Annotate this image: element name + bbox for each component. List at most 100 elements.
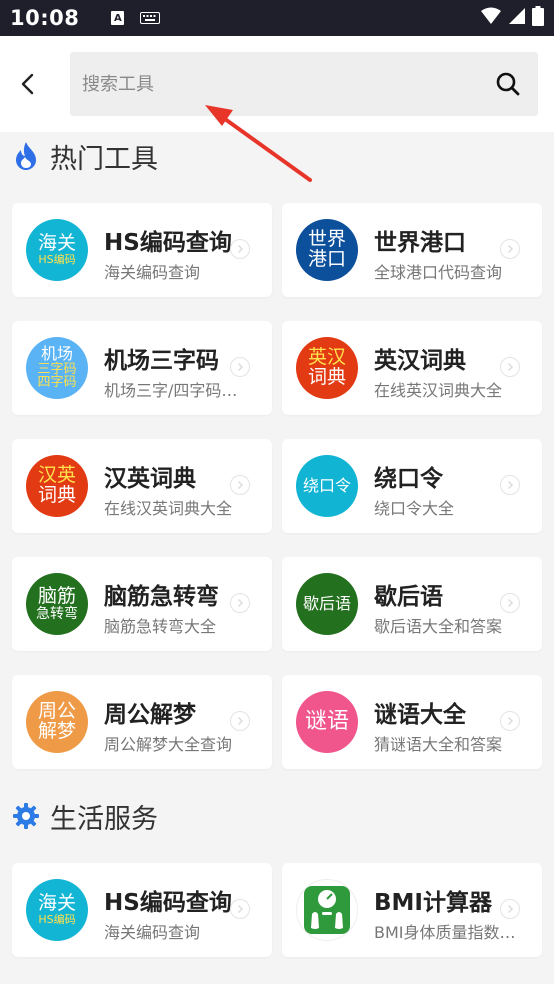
tool-logo-icon [296, 879, 358, 941]
tool-title: 谜语大全 [374, 702, 466, 728]
tool-logo-icon: 周公 解梦 [26, 691, 88, 753]
chevron-right-icon [230, 711, 250, 731]
tool-title: 英汉词典 [374, 348, 466, 374]
chevron-right-icon [500, 899, 520, 919]
search-bar[interactable] [70, 52, 538, 116]
tool-logo-text: HS编码 [38, 253, 76, 267]
section-title: 热门工具 [50, 143, 158, 175]
status-time: 10:08 [10, 6, 80, 30]
tool-title: HS编码查询 [104, 230, 232, 256]
a-notification-icon: A [111, 11, 125, 25]
tool-title: 汉英词典 [104, 466, 196, 492]
tool-title: 机场三字码 [104, 348, 219, 374]
tool-card[interactable]: 周公 解梦 周公解梦 周公解梦大全查询 [12, 675, 272, 769]
tool-card[interactable]: 汉英 词典 汉英词典 在线汉英词典大全 [12, 439, 272, 533]
tool-logo-icon: 绕口令 [296, 455, 358, 517]
signal-icon [508, 7, 526, 29]
tool-logo-text: 词典 [307, 366, 346, 388]
tool-logo-text: 解梦 [37, 720, 76, 742]
tool-logo-text: 汉英 [37, 464, 76, 487]
section-title: 生活服务 [50, 803, 158, 835]
tool-logo-text: 四字码 [37, 375, 77, 391]
tool-title: 世界港口 [374, 230, 466, 256]
tool-card[interactable]: 歇后语 歇后语歇后语大全和答案 [282, 557, 542, 651]
app-bar [0, 36, 554, 132]
status-bar: 10:08 A [0, 0, 554, 36]
tool-subtitle: 海关编码查询 [104, 263, 201, 282]
chevron-right-icon [230, 357, 250, 377]
tool-title: BMI计算器 [374, 890, 492, 916]
chevron-right-icon [500, 711, 520, 731]
tool-subtitle: 在线汉英词典大全 [104, 499, 233, 518]
wifi-icon [480, 7, 502, 29]
chevron-right-icon [230, 239, 250, 259]
tool-logo-icon: 英汉 词典 [296, 337, 358, 399]
tool-subtitle: 在线英汉词典大全 [374, 381, 503, 400]
tool-subtitle: 歇后语大全和答案 [374, 617, 503, 636]
tool-subtitle: 周公解梦大全查询 [104, 735, 233, 754]
chevron-right-icon [500, 239, 520, 259]
tool-logo-icon: 脑筋 急转弯 [26, 573, 88, 635]
tool-logo-icon: 歇后语 [296, 573, 358, 635]
tool-title: 周公解梦 [104, 702, 196, 728]
battery-icon [532, 6, 544, 30]
tool-logo-text: 周公 [37, 700, 76, 723]
back-button[interactable] [0, 36, 56, 132]
tool-title: 歇后语 [374, 584, 443, 610]
tool-logo-icon: 海关 HS编码 [26, 879, 88, 941]
tool-title: 脑筋急转弯 [104, 584, 219, 610]
tool-logo-icon: 汉英 词典 [26, 455, 88, 517]
tool-subtitle: 脑筋急转弯大全 [104, 617, 217, 636]
tool-logo-text: 英汉 [307, 346, 346, 369]
tool-logo-text: 谜语 [304, 709, 349, 735]
chevron-right-icon [500, 475, 520, 495]
tool-logo-text: 机场 [40, 343, 73, 363]
tool-logo-text: 海关 [37, 892, 76, 915]
chevron-right-icon [230, 475, 250, 495]
tool-card[interactable]: 海关 HS编码 HS编码查询海关编码查询 [12, 863, 272, 957]
search-icon [496, 72, 520, 96]
section-hot-tools: 热门工具 [12, 136, 158, 176]
tool-subtitle: 海关编码查询 [104, 923, 201, 942]
gear-icon [12, 800, 40, 832]
tool-card[interactable]: 英汉 词典 英汉词典 在线英汉词典大全 [282, 321, 542, 415]
tool-title: HS编码查询 [104, 890, 232, 916]
tool-logo-text: 绕口令 [302, 475, 351, 495]
chevron-right-icon [230, 899, 250, 919]
fire-icon [12, 140, 40, 172]
tool-logo-text: 海关 [37, 232, 76, 255]
section-life-services: 生活服务 [12, 796, 158, 836]
tool-logo-icon: 海关 HS编码 [26, 219, 88, 281]
back-arrow-icon [21, 73, 34, 95]
tool-card[interactable]: 世界 港口 世界港口 全球港口代码查询 [282, 203, 542, 297]
tool-logo-icon: 谜语 [296, 691, 358, 753]
tool-logo-text: 脑筋 [37, 584, 76, 607]
chevron-right-icon [500, 593, 520, 613]
tool-logo-icon: 世界 港口 [296, 219, 358, 281]
tool-subtitle: BMI身体质量指数计算 [374, 923, 516, 942]
tool-logo-text: 三字码 [37, 361, 77, 377]
tool-logo-text: 急转弯 [36, 605, 78, 622]
search-input[interactable] [70, 52, 478, 116]
tool-card[interactable]: 谜语 谜语大全猜谜语大全和答案 [282, 675, 542, 769]
tool-subtitle: 猜谜语大全和答案 [374, 735, 503, 754]
tool-card[interactable]: BMI计算器 BMI身体质量指数计算 [282, 863, 542, 957]
tool-logo-text: HS编码 [38, 913, 76, 927]
search-button[interactable] [478, 52, 538, 116]
tool-logo-text: 词典 [37, 484, 76, 506]
tool-subtitle: 全球港口代码查询 [374, 263, 503, 282]
keyboard-icon [140, 12, 161, 24]
tool-logo-text: 港口 [307, 248, 346, 270]
tool-subtitle: 机场三字/四字码查询 [104, 381, 246, 400]
tool-logo-text: 世界 [307, 228, 346, 251]
tool-title: 绕口令 [374, 466, 443, 492]
tool-card[interactable]: 机场 三字码 四字码 机场三字码 机场三字/四字码查询 [12, 321, 272, 415]
tool-logo-text: 歇后语 [302, 593, 351, 613]
tool-card[interactable]: 海关 HS编码 HS编码查询海关编码查询 [12, 203, 272, 297]
tool-card[interactable]: 绕口令 绕口令绕口令大全 [282, 439, 542, 533]
chevron-right-icon [500, 357, 520, 377]
tool-card[interactable]: 脑筋 急转弯 脑筋急转弯 脑筋急转弯大全 [12, 557, 272, 651]
tool-subtitle: 绕口令大全 [374, 499, 455, 518]
chevron-right-icon [230, 593, 250, 613]
tool-logo-icon: 机场 三字码 四字码 [26, 337, 88, 399]
